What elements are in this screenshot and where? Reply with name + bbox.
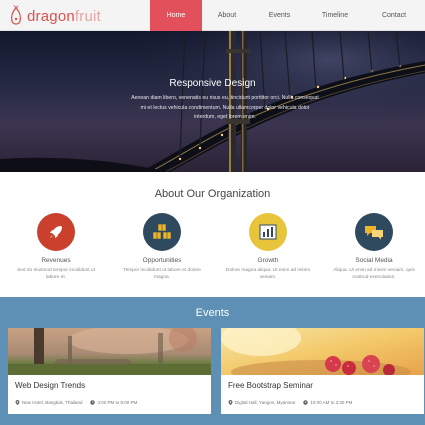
logo-text-part1: dragon	[27, 7, 75, 25]
main-nav: Home About Events Timeline Contact	[150, 0, 425, 31]
nav-events[interactable]: Events	[252, 0, 307, 31]
event-title[interactable]: Web Design Trends	[15, 381, 85, 390]
logo[interactable]: dragonfruit	[9, 4, 101, 28]
clock-icon	[90, 400, 96, 405]
feature-opportunities: Opportunities Tempor incididunt ut labor…	[117, 213, 207, 281]
feature-revenues: Revenues Sed do eiusmod tempor incididun…	[11, 213, 101, 281]
event-meta: New Hotel, Bangkok, Thailand 4:00 PM to …	[15, 400, 137, 405]
event-location: Digital Hall, Yangon, Myanmar	[235, 400, 296, 405]
feature-text: Aliqua. Ut enim ad minim veniam, quis no…	[333, 268, 415, 280]
event-location: New Hotel, Bangkok, Thailand	[22, 400, 83, 405]
map-pin-icon	[15, 400, 20, 405]
event-meta: Digital Hall, Yangon, Myanmar 10:00 AM t…	[228, 400, 352, 405]
feature-text: Dolore magna aliqua. Ut enim ad minim ve…	[225, 268, 311, 280]
event-card[interactable]: Free Bootstrap Seminar Digital Hall, Yan…	[221, 328, 424, 414]
feature-title: Revenues	[41, 257, 71, 264]
site-header: dragonfruit Home About Events Timeline C…	[0, 0, 425, 31]
event-time: 10:00 AM to 3:30 PM	[310, 400, 353, 405]
event-image	[221, 328, 424, 375]
nav-home[interactable]: Home	[150, 0, 202, 31]
chat-icon	[355, 213, 393, 251]
feature-text: Sed do eiusmod tempor incididunt ut labo…	[17, 268, 95, 280]
boxes-icon	[143, 213, 181, 251]
logo-text: dragonfruit	[27, 9, 101, 24]
events-section: Events Web Design Trends New Hotel, Bang…	[0, 297, 425, 425]
rocket-icon	[37, 213, 75, 251]
feature-text: Tempor incididunt ut labore et dolore ma…	[123, 268, 201, 280]
about-title: About Our Organization	[154, 188, 271, 200]
hero-title: Responsive Design	[169, 78, 256, 89]
event-card[interactable]: Web Design Trends New Hotel, Bangkok, Th…	[8, 328, 211, 414]
dragonfruit-logo-icon	[10, 5, 22, 25]
hero-text: Aenean diam libero, venenatis eu risus e…	[131, 95, 319, 120]
nav-about[interactable]: About	[202, 0, 252, 31]
logo-text-part2: fruit	[74, 7, 101, 25]
event-image	[8, 328, 211, 375]
nav-contact[interactable]: Contact	[363, 0, 425, 31]
feature-title: Growth	[257, 257, 279, 264]
feature-title: Opportunities	[142, 257, 182, 264]
event-title[interactable]: Free Bootstrap Seminar	[228, 381, 313, 390]
map-pin-icon	[228, 400, 233, 405]
chart-icon	[249, 213, 287, 251]
hero-banner: Responsive Design Aenean diam libero, ve…	[0, 31, 425, 172]
nav-timeline[interactable]: Timeline	[307, 0, 363, 31]
events-title: Events	[195, 307, 230, 319]
event-time: 4:00 PM to 8:00 PM	[97, 400, 138, 405]
feature-growth: Growth Dolore magna aliqua. Ut enim ad m…	[223, 213, 313, 281]
feature-social-media: Social Media Aliqua. Ut enim ad minim ve…	[329, 213, 419, 281]
feature-title: Social Media	[355, 257, 393, 264]
clock-icon	[303, 400, 309, 405]
